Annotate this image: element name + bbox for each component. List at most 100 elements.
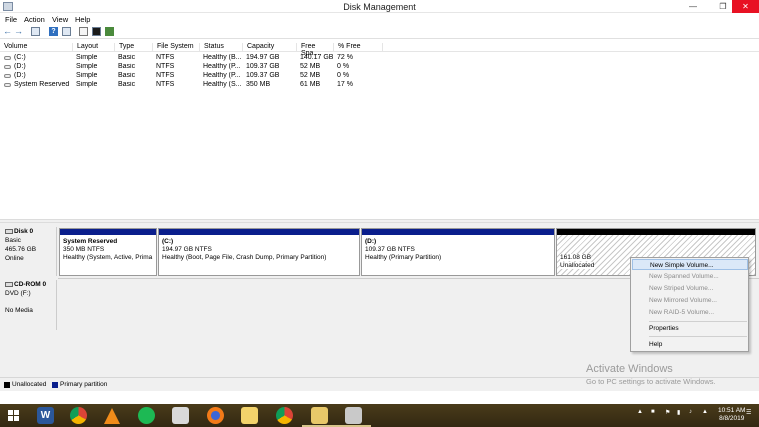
- volume-list-header: Volume Layout Type File System Status Ca…: [0, 42, 759, 57]
- unallocated-label: Unallocated: [560, 262, 595, 269]
- menu-item-new-mirrored-volume[interactable]: New Mirrored Volume...: [632, 295, 748, 306]
- context-menu: New Simple Volume... New Spanned Volume.…: [630, 257, 749, 352]
- table-row[interactable]: (C:) Simple Basic NTFS Healthy (B... 194…: [0, 54, 759, 63]
- volume-list: Volume Layout Type File System Status Ca…: [0, 42, 759, 219]
- tray-chevron-icon[interactable]: ▲: [637, 409, 643, 415]
- cdrom-type: DVD (F:): [5, 290, 31, 297]
- partition-c[interactable]: (C:) 194.97 GB NTFS Healthy (Boot, Page …: [158, 228, 360, 276]
- cell-layout: Simple: [76, 63, 98, 70]
- menu-file[interactable]: File: [5, 15, 17, 24]
- cell-free: 52 MB: [300, 63, 321, 70]
- column-volume[interactable]: Volume: [0, 43, 73, 52]
- cell-layout: Simple: [76, 81, 98, 88]
- tray-app-icon[interactable]: ■: [651, 409, 655, 415]
- system-clock[interactable]: 10:51 AM 8/8/2019: [718, 407, 745, 423]
- folder-icon[interactable]: [241, 407, 258, 424]
- app-icon[interactable]: [172, 407, 189, 424]
- drive-icon: [4, 74, 11, 78]
- column-capacity[interactable]: Capacity: [243, 43, 297, 52]
- cell-type: Basic: [118, 81, 136, 88]
- column-free-space[interactable]: Free Spa...: [297, 43, 334, 57]
- column-file-system[interactable]: File System: [153, 43, 200, 52]
- word-icon[interactable]: W: [37, 407, 54, 424]
- column-type[interactable]: Type: [115, 43, 153, 52]
- table-row[interactable]: (D:) Simple Basic NTFS Healthy (P... 109…: [0, 72, 759, 81]
- drive-icon: [4, 56, 11, 60]
- help-icon[interactable]: ?: [49, 27, 58, 36]
- cell-percent: 0 %: [337, 72, 350, 79]
- table-row[interactable]: (D:) Simple Basic NTFS Healthy (P... 109…: [0, 63, 759, 72]
- menu-item-properties[interactable]: Properties: [632, 323, 748, 334]
- cell-type: Basic: [118, 63, 136, 70]
- file-explorer-icon[interactable]: [311, 407, 328, 424]
- partition-system-reserved[interactable]: System Reserved 350 MB NTFS Healthy (Sys…: [59, 228, 157, 276]
- spotify-icon[interactable]: [138, 407, 155, 424]
- menu-item-help[interactable]: Help: [632, 339, 748, 350]
- clock-date: 8/8/2019: [719, 415, 745, 422]
- menu-item-new-spanned-volume[interactable]: New Spanned Volume...: [632, 271, 748, 282]
- properties-icon[interactable]: [92, 27, 101, 36]
- cell-type: Basic: [118, 54, 136, 61]
- maximize-button[interactable]: ❐: [712, 0, 734, 13]
- menu-item-new-striped-volume[interactable]: New Striped Volume...: [632, 283, 748, 294]
- document-icon[interactable]: [79, 27, 88, 36]
- partition-size: 109.37 GB NTFS: [365, 246, 415, 253]
- partition-status: Healthy (System, Active, Prima: [63, 254, 153, 261]
- menu-view[interactable]: View: [52, 15, 68, 24]
- forward-arrow-icon[interactable]: →: [14, 27, 23, 36]
- minimize-button[interactable]: —: [682, 0, 704, 13]
- cell-capacity: 350 MB: [246, 81, 271, 88]
- chrome-icon[interactable]: [70, 407, 87, 424]
- cdrom-info[interactable]: CD-ROM 0 DVD (F:) No Media: [3, 280, 57, 330]
- network-icon[interactable]: ▲: [702, 409, 708, 415]
- column-status[interactable]: Status: [200, 43, 243, 52]
- table-row[interactable]: System Reserved Simple Basic NTFS Health…: [0, 81, 759, 90]
- legend-primary: Primary partition: [60, 381, 108, 388]
- cell-volume: (D:): [14, 72, 26, 79]
- window-title: Disk Management: [343, 2, 416, 12]
- legend-swatch-unallocated: [4, 382, 10, 388]
- battery-icon[interactable]: ▮: [677, 409, 680, 416]
- cell-capacity: 109.37 GB: [246, 72, 280, 79]
- taskbar: W ▲ ■ ⚑ ▮ ♪ ▲ 10:51 AM 8/8/2019 ☰: [0, 404, 759, 427]
- cell-percent: 17 %: [337, 81, 353, 88]
- column-percent-free[interactable]: % Free: [334, 43, 383, 52]
- cell-capacity: 109.37 GB: [246, 63, 280, 70]
- cdrom-name: CD-ROM 0: [14, 281, 47, 288]
- cell-layout: Simple: [76, 72, 98, 79]
- cell-volume: (C:): [14, 54, 26, 61]
- notifications-icon[interactable]: ☰: [746, 409, 751, 416]
- disk0-name: Disk 0: [14, 228, 34, 235]
- back-arrow-icon[interactable]: ←: [3, 27, 12, 36]
- menu-action[interactable]: Action: [24, 15, 45, 24]
- close-button[interactable]: ✕: [732, 0, 759, 13]
- disk-management-icon[interactable]: [345, 407, 362, 424]
- vlc-icon[interactable]: [104, 407, 120, 424]
- menu-item-new-simple-volume[interactable]: New Simple Volume...: [632, 259, 748, 270]
- disk0-info[interactable]: Disk 0 Basic 465.76 GB Online: [3, 227, 57, 276]
- cdrom-state: No Media: [5, 307, 33, 314]
- title-bar: Disk Management — ❐ ✕: [0, 0, 759, 13]
- cell-fs: NTFS: [156, 81, 175, 88]
- toolbar: ← → ?: [0, 25, 759, 39]
- cell-fs: NTFS: [156, 72, 175, 79]
- menu-help[interactable]: Help: [75, 15, 90, 24]
- column-layout[interactable]: Layout: [73, 43, 115, 52]
- disk-icon: [5, 228, 13, 234]
- cell-percent: 72 %: [337, 54, 353, 61]
- start-button[interactable]: [8, 410, 19, 421]
- chrome-icon[interactable]: [276, 407, 293, 424]
- panel-icon[interactable]: [31, 27, 40, 36]
- partition-d[interactable]: (D:) 109.37 GB NTFS Healthy (Primary Par…: [361, 228, 555, 276]
- firefox-icon[interactable]: [207, 407, 224, 424]
- checkmark-icon[interactable]: [105, 27, 114, 36]
- cell-free: 140.17 GB: [300, 54, 334, 61]
- panel-icon[interactable]: [62, 27, 71, 36]
- menu-item-new-raid5-volume[interactable]: New RAID-5 Volume...: [632, 307, 748, 318]
- partition-name: (D:): [365, 238, 377, 245]
- cell-fs: NTFS: [156, 63, 175, 70]
- cell-status: Healthy (P...: [203, 72, 241, 79]
- flag-icon[interactable]: ⚑: [665, 409, 670, 416]
- volume-icon[interactable]: ♪: [689, 409, 692, 415]
- cell-percent: 0 %: [337, 63, 350, 70]
